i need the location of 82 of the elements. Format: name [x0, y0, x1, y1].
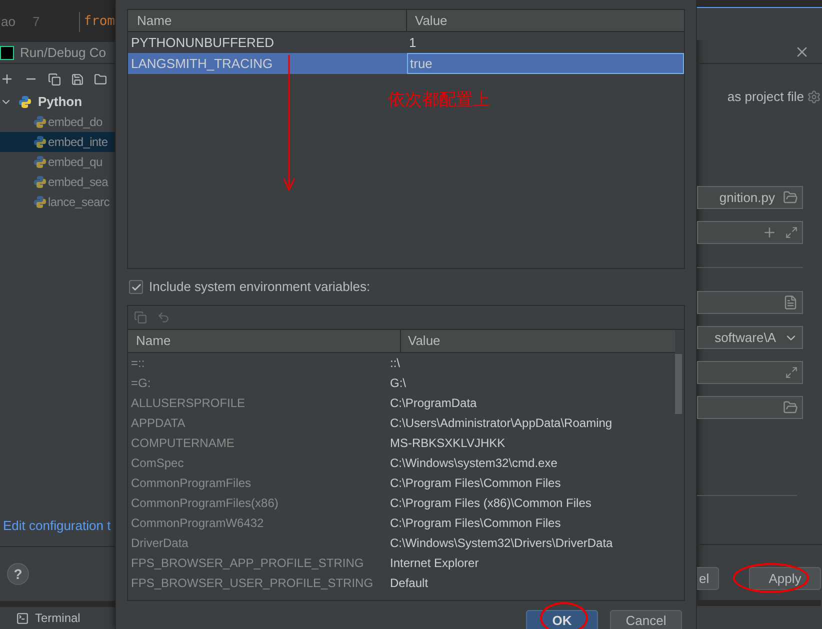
python-icon	[33, 155, 47, 169]
table-cell-text: FPS_BROWSER_USER_PROFILE_STRING	[130, 575, 374, 592]
table-row[interactable]: LANGSMITH_TRACING true	[128, 53, 684, 74]
table-cell-text: CommonProgramFiles	[130, 475, 252, 492]
tree-item[interactable]: embed_inte	[0, 132, 115, 152]
table-cell-text: G:\	[390, 375, 408, 392]
plus-icon	[762, 225, 777, 240]
table-cell-text: APPDATA	[130, 415, 186, 432]
folder-icon[interactable]	[94, 72, 107, 86]
annotation-text: 依次都配置上	[388, 89, 490, 112]
gutter-text: ao	[0, 13, 16, 31]
table-cell[interactable]: true	[407, 53, 684, 74]
tree-item[interactable]: Python	[38, 92, 82, 112]
folder-icon	[783, 190, 798, 205]
expand-icon	[785, 366, 798, 379]
table-cell-text: Internet Explorer	[390, 555, 480, 572]
tree-item[interactable]: embed_do	[0, 112, 115, 132]
expand-icon	[785, 226, 798, 239]
column-header[interactable]: Name	[128, 10, 407, 31]
copy-icon[interactable]	[48, 72, 61, 86]
python-icon	[33, 195, 47, 209]
python-icon	[33, 175, 47, 189]
folder-icon	[783, 400, 798, 415]
add-icon[interactable]	[0, 72, 14, 86]
table-cell-text: PYTHONUNBUFFERED	[130, 34, 276, 52]
terminal-tab[interactable]: Terminal	[35, 609, 80, 627]
column-header[interactable]: Value	[401, 330, 675, 352]
python-icon	[18, 95, 32, 109]
tree-item[interactable]: embed_qu	[0, 152, 115, 172]
table-cell-text: CommonProgramW6432	[130, 515, 265, 532]
table-cell-text: =::	[130, 355, 146, 372]
python-icon	[33, 115, 47, 129]
apply-button[interactable]: Apply	[749, 567, 821, 590]
table-cell-text: DriverData	[130, 535, 190, 552]
line-number: 7	[32, 13, 41, 31]
table-cell-text: C:\ProgramData	[390, 395, 478, 412]
table-cell-text: C:\Program Files (x86)\Common Files	[390, 495, 592, 512]
table-cell-text: COMPUTERNAME	[130, 435, 236, 452]
table-cell-text: C:\Program Files\Common Files	[390, 475, 562, 492]
table-cell-text: C:\Windows\System32\Drivers\DriverData	[390, 535, 614, 552]
checkbox[interactable]	[129, 280, 143, 294]
environment-field[interactable]	[697, 291, 803, 314]
python-icon	[33, 135, 47, 149]
script-path-field[interactable]: gnition.py	[697, 186, 803, 209]
ok-button[interactable]: OK	[526, 610, 598, 629]
table-row[interactable]: PYTHONUNBUFFERED 1	[128, 32, 684, 53]
table-cell-text: ::\	[390, 355, 402, 372]
table-cell-text: C:\Program Files\Common Files	[390, 515, 562, 532]
app-logo-icon	[0, 46, 14, 60]
table-cell-text: CommonProgramFiles(x86)	[130, 495, 280, 512]
gear-icon[interactable]	[807, 90, 821, 104]
table-cell-text: FPS_BROWSER_APP_PROFILE_STRING	[130, 555, 365, 572]
scrollbar-thumb[interactable]	[675, 354, 682, 414]
document-icon	[783, 295, 798, 310]
check-icon	[130, 282, 142, 292]
table-cell-text: 1	[408, 34, 418, 52]
table-cell-text: =G:	[130, 375, 152, 392]
tree-item[interactable]: embed_sea	[0, 172, 115, 192]
parameters-field[interactable]	[697, 221, 803, 244]
interpreter-dropdown[interactable]: software\A	[697, 326, 803, 349]
cancel-button[interactable]: el	[697, 567, 719, 590]
dialog-title: Run/Debug Co	[20, 44, 106, 62]
table-cell-text: ComSpec	[130, 455, 185, 472]
tree-item[interactable]: lance_searc	[0, 192, 115, 212]
options-field[interactable]	[697, 361, 803, 384]
table-cell-text: C:\Windows\system32\cmd.exe	[390, 455, 558, 472]
terminal-icon	[16, 612, 29, 624]
help-button[interactable]: ?	[7, 563, 29, 585]
cancel-button[interactable]: Cancel	[610, 610, 682, 629]
column-header[interactable]: Name	[128, 330, 401, 352]
table-cell-text: LANGSMITH_TRACING	[130, 54, 274, 73]
store-option-label: as project file	[727, 88, 804, 106]
table-cell-text: Default	[390, 575, 430, 592]
highlight-ellipse	[540, 602, 588, 629]
table-cell-text: C:\Users\Administrator\AppData\Roaming	[390, 415, 614, 432]
edit-templates-link[interactable]: Edit configuration t	[0, 516, 115, 535]
save-icon[interactable]	[71, 72, 84, 86]
checkbox-label: Include system environment variables:	[149, 278, 370, 296]
table-cell-text: ALLUSERSPROFILE	[130, 395, 246, 412]
column-header[interactable]: Value	[407, 10, 684, 31]
table-cell-text: MS-RBKSXKLVJHKK	[390, 435, 506, 452]
working-directory-field[interactable]	[697, 396, 803, 419]
